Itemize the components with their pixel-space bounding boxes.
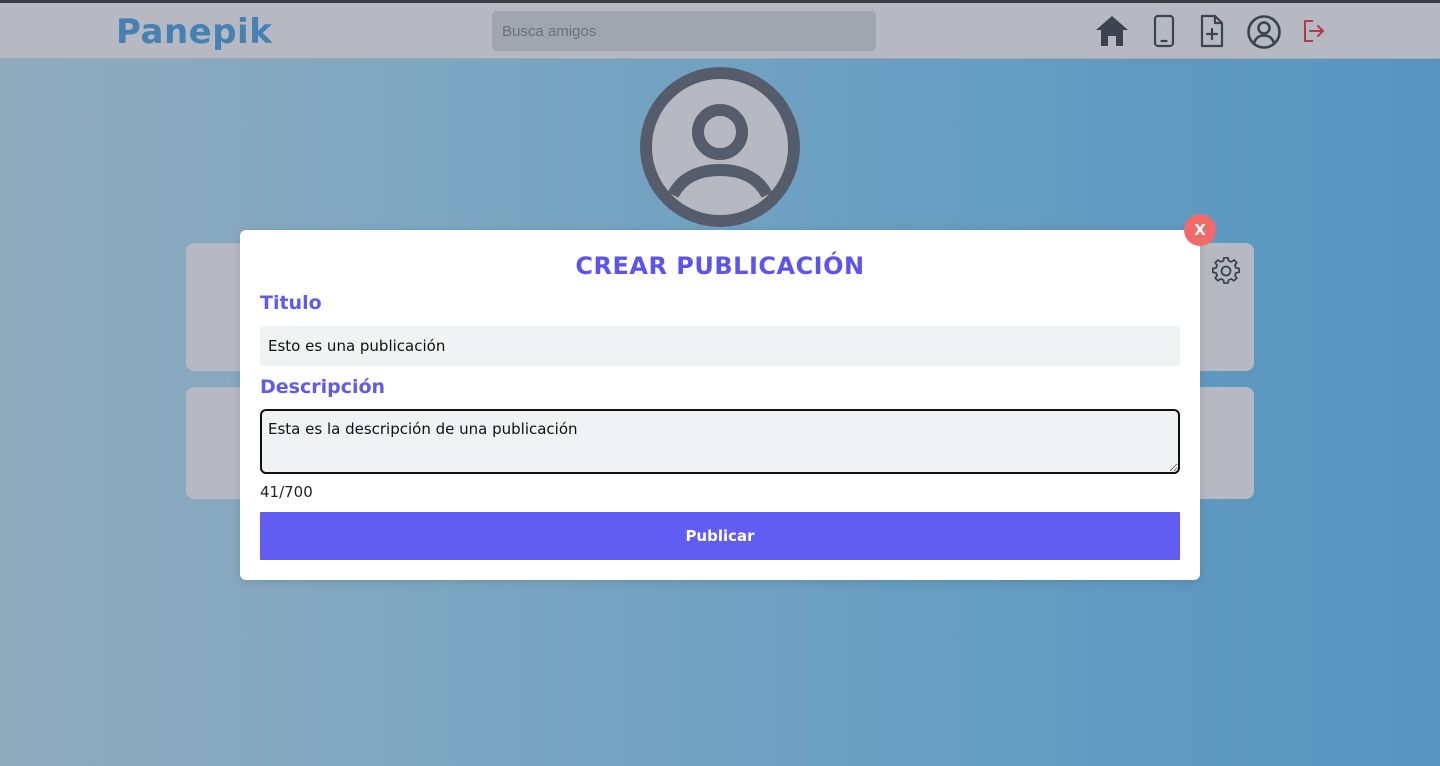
navbar: Panepik [0, 3, 1440, 59]
home-icon[interactable] [1094, 14, 1130, 48]
user-avatar-icon [640, 67, 800, 227]
search-input[interactable] [492, 11, 876, 51]
profile-avatar [640, 67, 800, 227]
title-label: Titulo [260, 292, 322, 314]
description-textarea[interactable]: Esta es la descripción de una publicació… [260, 409, 1180, 474]
gear-icon[interactable] [1211, 256, 1241, 289]
character-counter: 41/700 [260, 483, 313, 501]
modal-title: CREAR PUBLICACIÓN [575, 252, 865, 280]
add-file-icon[interactable] [1199, 14, 1225, 48]
close-modal-button[interactable]: X [1184, 214, 1216, 246]
phone-icon[interactable] [1151, 14, 1177, 48]
logout-icon[interactable] [1301, 17, 1327, 45]
app-logo[interactable]: Panepik [116, 12, 272, 52]
create-post-modal: CREAR PUBLICACIÓN Titulo Descripción Est… [240, 230, 1200, 580]
user-circle-icon[interactable] [1246, 14, 1282, 50]
description-label: Descripción [260, 376, 386, 398]
title-input[interactable] [260, 326, 1180, 366]
publish-button[interactable]: Publicar [260, 512, 1180, 560]
